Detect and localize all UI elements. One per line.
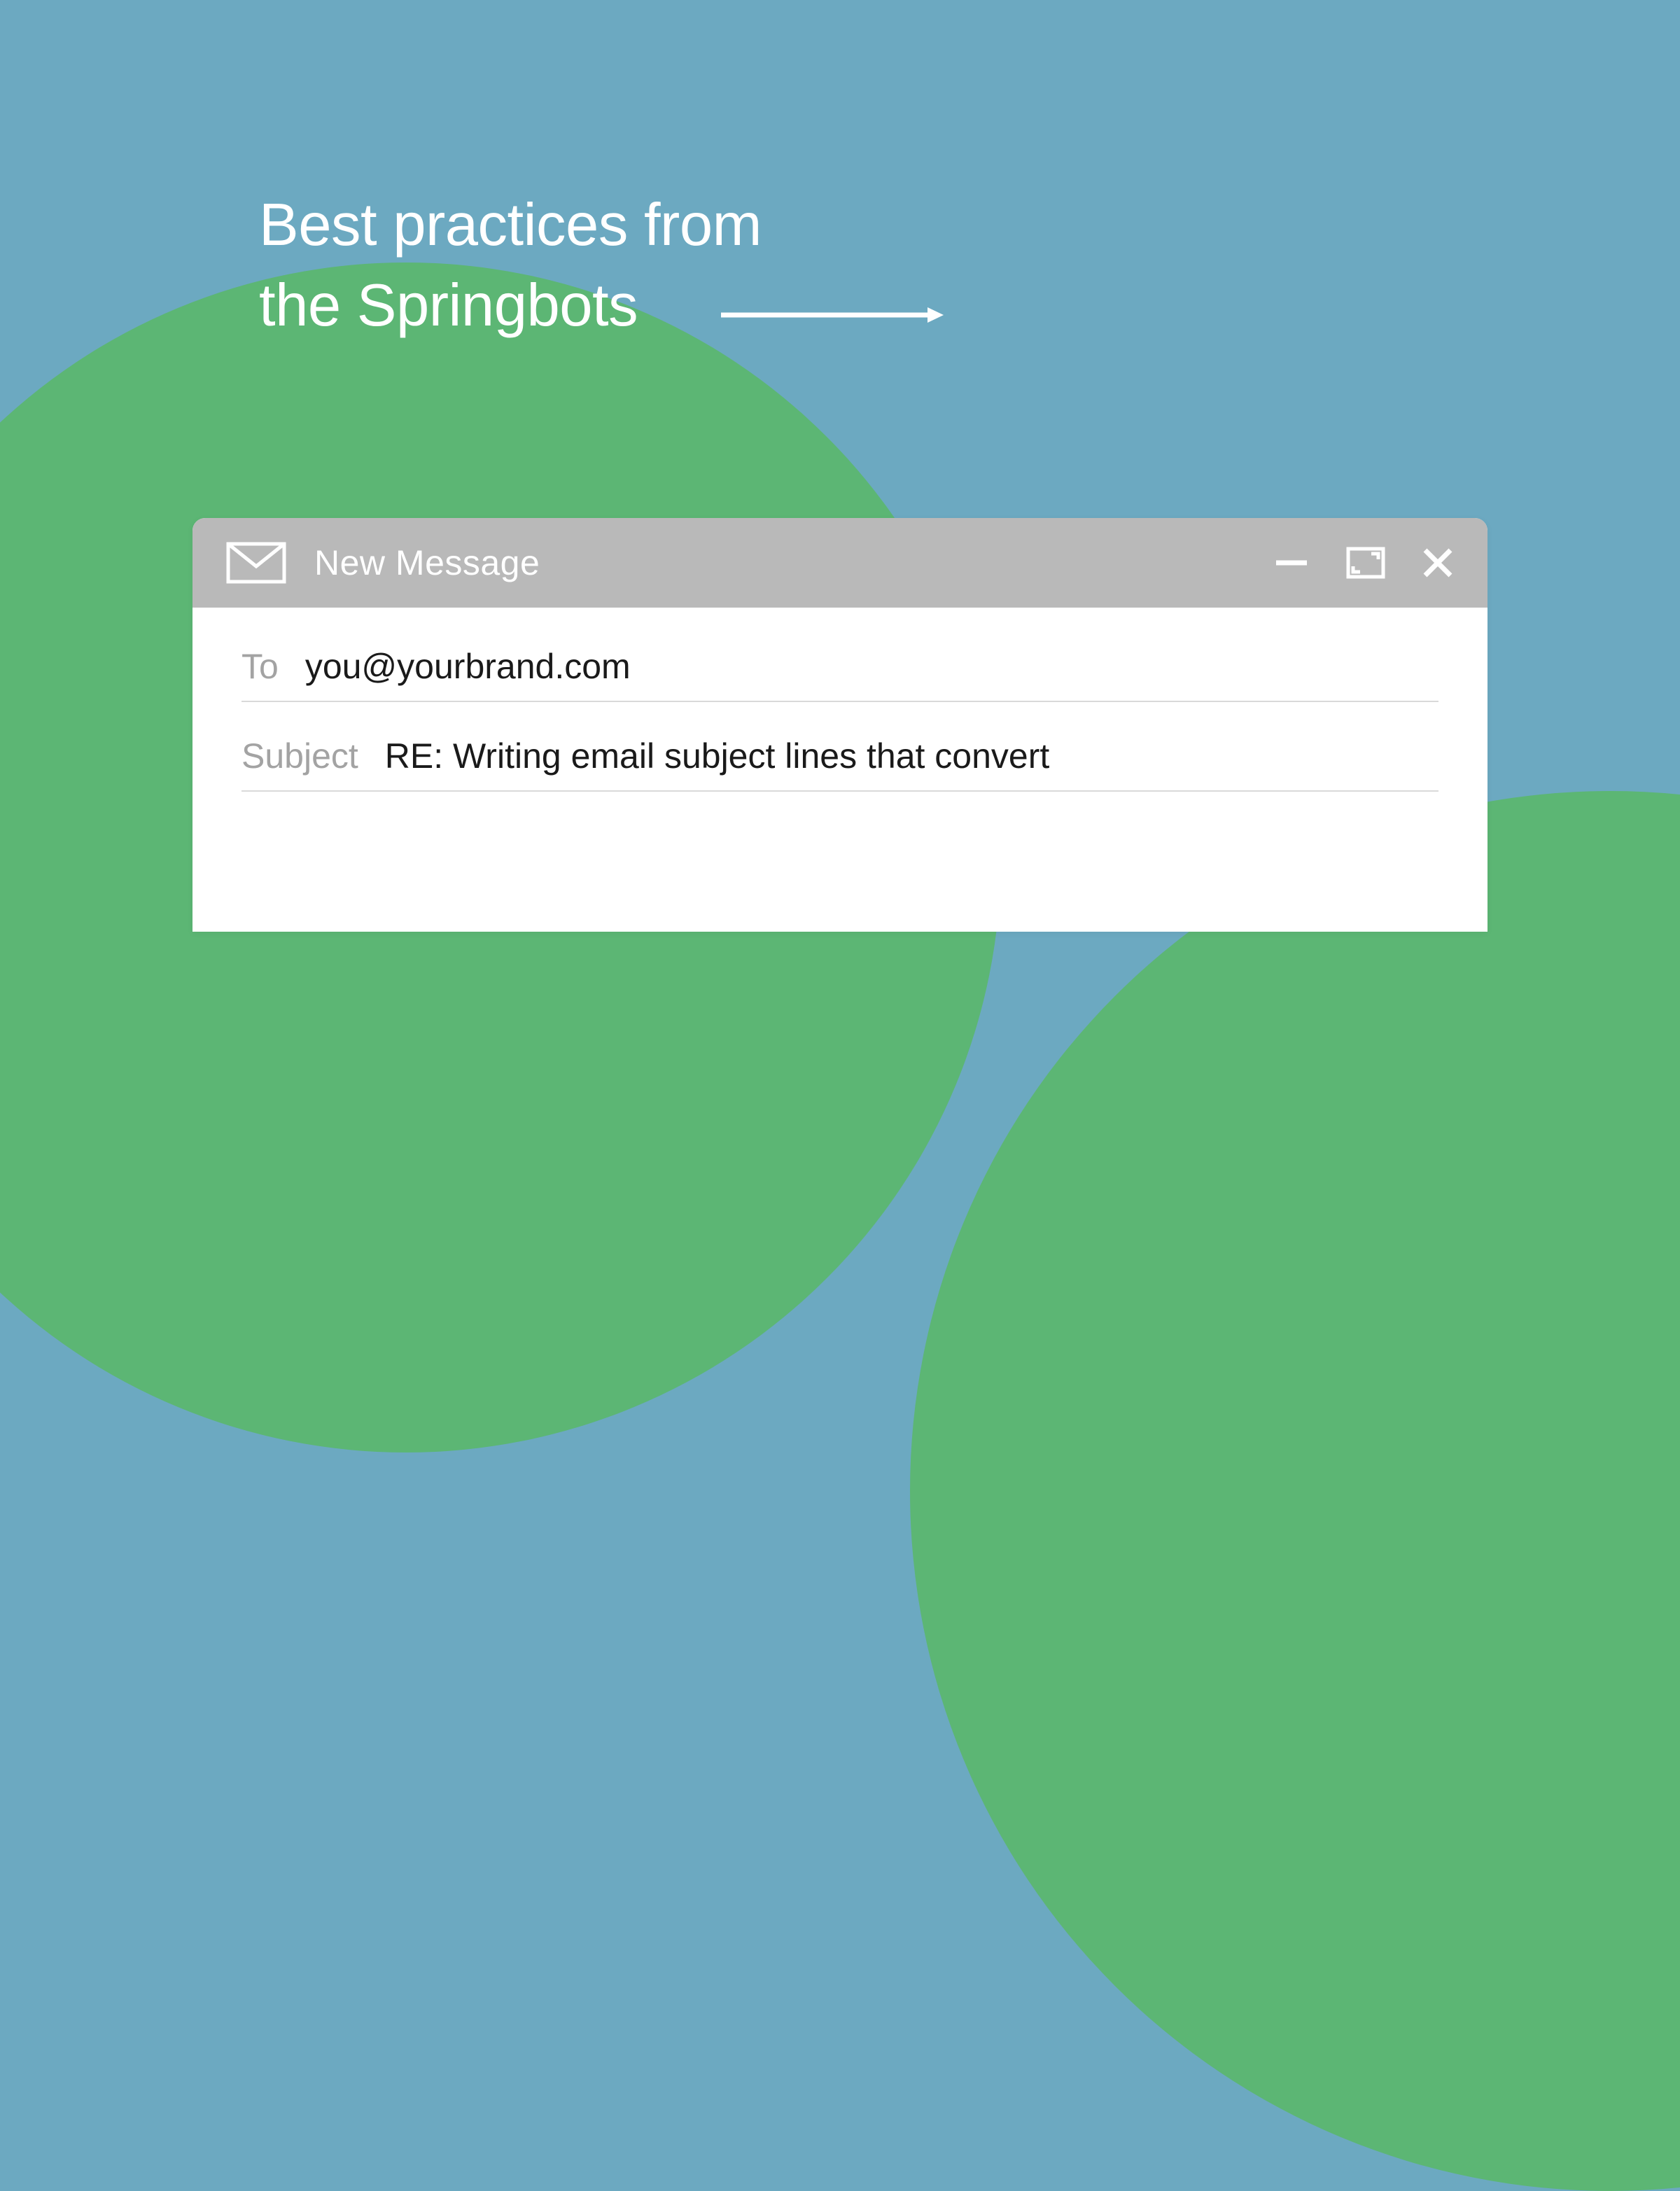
compose-body: To Subject (192, 608, 1488, 932)
compose-title: New Message (314, 542, 540, 583)
subject-field-row: Subject (241, 736, 1438, 792)
headline: Best practices from the Springbots (259, 186, 762, 346)
headline-line-2: the Springbots (259, 266, 762, 346)
subject-label: Subject (241, 736, 358, 776)
to-field-row: To (241, 646, 1438, 702)
compose-header: New Message (192, 518, 1488, 608)
arrow-right-icon (721, 304, 945, 326)
decorative-green-circle-right (910, 791, 1680, 2191)
close-icon[interactable] (1422, 547, 1454, 579)
to-input[interactable] (305, 646, 1438, 687)
headline-line-1: Best practices from (259, 186, 762, 266)
expand-icon[interactable] (1346, 547, 1385, 579)
to-label: To (241, 646, 279, 687)
minimize-icon[interactable] (1273, 545, 1310, 581)
compose-window: New Message To Subject (192, 518, 1488, 932)
envelope-icon (226, 542, 286, 584)
subject-input[interactable] (385, 736, 1438, 776)
window-controls (1273, 545, 1454, 581)
